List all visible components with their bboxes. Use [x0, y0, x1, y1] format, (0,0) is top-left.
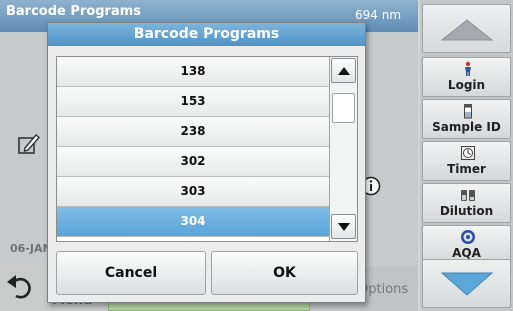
- ok-button[interactable]: OK: [211, 251, 358, 295]
- date-readout: 06-JAN: [10, 242, 52, 255]
- dilution-label: Dilution: [439, 204, 494, 218]
- program-list: 138 153 238 302 303 304: [56, 56, 358, 242]
- dialog-title-bar: Barcode Programs: [48, 23, 365, 46]
- caret-down-icon: [338, 223, 350, 231]
- dilution-icon: [461, 190, 475, 201]
- sample-id-label: Sample ID: [432, 120, 501, 134]
- vial-icon: [464, 104, 472, 119]
- scroll-up-button[interactable]: [422, 4, 511, 53]
- scroll-down-button[interactable]: [422, 259, 511, 308]
- timer-button[interactable]: Timer: [422, 141, 511, 181]
- login-label: Login: [447, 78, 486, 92]
- aqa-icon: [461, 230, 475, 244]
- timer-icon: [461, 146, 475, 160]
- login-button[interactable]: Login: [422, 57, 511, 97]
- edit-pencil-icon[interactable]: [18, 132, 40, 156]
- triangle-down-icon: [441, 272, 493, 296]
- list-item-selected[interactable]: 304: [57, 207, 329, 237]
- screen-title: Barcode Programs: [6, 4, 142, 19]
- list-item[interactable]: 238: [57, 117, 329, 147]
- list-item[interactable]: 153: [57, 87, 329, 117]
- list-scrollbar[interactable]: [329, 57, 357, 241]
- list-item[interactable]: 303: [57, 177, 329, 207]
- wavelength-readout: 694 nm: [355, 8, 402, 22]
- back-arrow-icon[interactable]: [0, 266, 48, 311]
- cancel-button[interactable]: Cancel: [56, 251, 206, 295]
- triangle-up-icon: [441, 19, 493, 41]
- dialog-title: Barcode Programs: [133, 26, 280, 42]
- timer-label: Timer: [447, 162, 486, 176]
- sample-id-button[interactable]: Sample ID: [422, 99, 511, 139]
- list-scroll-up-button[interactable]: [331, 58, 356, 83]
- list-item[interactable]: 302: [57, 147, 329, 177]
- barcode-programs-dialog: Barcode Programs 138 153 238 302 303 304…: [47, 22, 366, 303]
- aqa-label: AQA: [452, 246, 481, 260]
- dilution-button[interactable]: Dilution: [422, 183, 511, 223]
- person-icon: [465, 61, 471, 76]
- list-scroll-down-button[interactable]: [331, 214, 356, 239]
- caret-up-icon: [338, 67, 350, 75]
- right-sidebar: Login Sample ID Timer Dilution AQA: [420, 0, 513, 311]
- list-item[interactable]: 138: [57, 57, 329, 87]
- scroll-thumb[interactable]: [332, 93, 355, 123]
